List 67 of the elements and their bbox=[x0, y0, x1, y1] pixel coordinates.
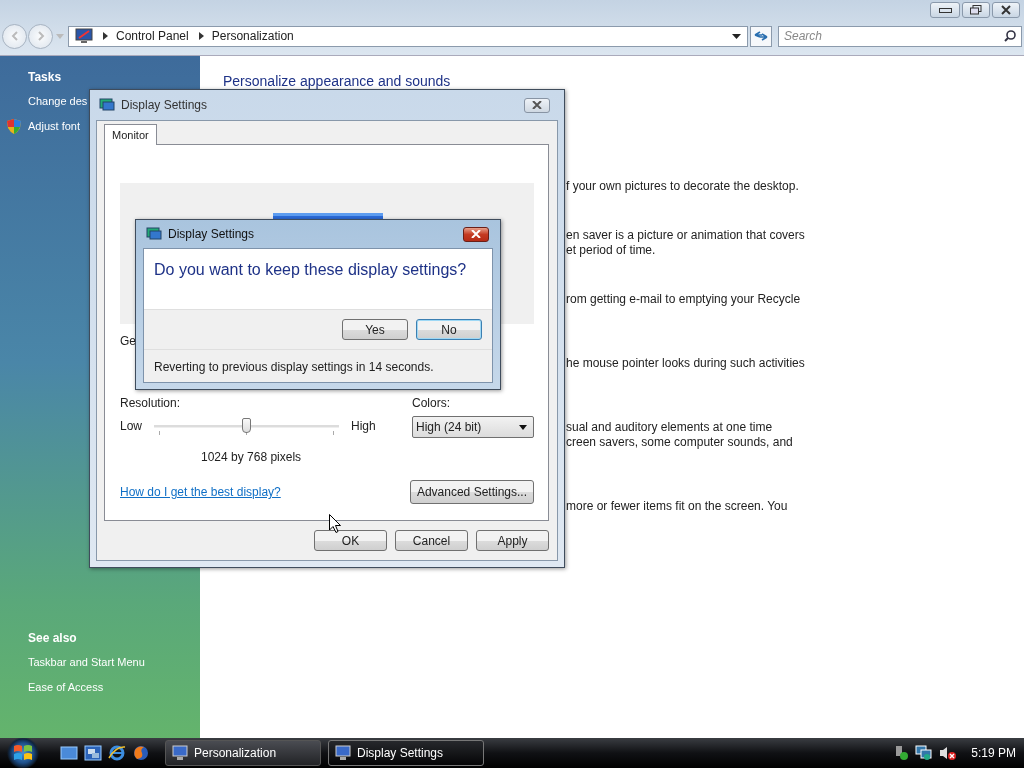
dropdown-arrow-icon bbox=[519, 424, 527, 430]
task-link[interactable]: Adjust font bbox=[28, 120, 80, 132]
restore-button[interactable] bbox=[962, 2, 990, 18]
restore-icon bbox=[970, 5, 982, 15]
window-title: Display Settings bbox=[168, 227, 256, 241]
fox-globe-icon[interactable] bbox=[132, 744, 150, 762]
dialog-button[interactable]: No bbox=[416, 319, 482, 340]
close-icon bbox=[532, 101, 542, 109]
resolution-slider[interactable] bbox=[154, 416, 339, 436]
search-field[interactable]: Search bbox=[778, 25, 1022, 47]
network-icon bbox=[915, 745, 934, 761]
description-text: more or fewer items fit on the screen. You bbox=[566, 499, 789, 514]
display-icon bbox=[99, 98, 115, 112]
address-bar[interactable]: Control Panel Personalization bbox=[68, 25, 748, 47]
help-link[interactable]: How do I get the best display? bbox=[120, 485, 281, 499]
resolution-reading: 1024 by 768 pixels bbox=[201, 450, 303, 464]
general-label: Ge bbox=[120, 334, 136, 348]
description-text: rom getting e-mail to emptying your Recycle bbox=[566, 292, 802, 308]
refresh-button[interactable] bbox=[750, 25, 772, 47]
window-title: Display Settings bbox=[121, 98, 209, 112]
description-text: en saver is a picture or animation that covers et period of time. bbox=[566, 228, 805, 259]
colors-dropdown[interactable]: High (24 bit) bbox=[412, 416, 534, 438]
chevron-icon bbox=[103, 32, 108, 40]
close-icon bbox=[1000, 5, 1012, 15]
close-button[interactable] bbox=[992, 2, 1020, 18]
colors-label: Colors: bbox=[412, 396, 451, 410]
breadcrumb-item[interactable]: Personalization bbox=[211, 29, 294, 43]
chevron-icon bbox=[198, 32, 204, 40]
taskbar-button[interactable]: Display Settings bbox=[328, 740, 484, 766]
minimize-button[interactable] bbox=[930, 2, 960, 18]
desktop-icon[interactable] bbox=[60, 745, 78, 761]
advanced-settings-button[interactable]: Advanced Settings... bbox=[409, 480, 534, 504]
security-icon bbox=[893, 745, 910, 761]
description-text: sual and auditory elements at one time creen savers, some computer sounds, and bbox=[566, 420, 794, 451]
description-text: he mouse pointer looks during such activities bbox=[566, 356, 805, 372]
monitor-icon bbox=[335, 745, 351, 761]
close-button[interactable] bbox=[463, 226, 489, 242]
display-icon bbox=[146, 227, 162, 241]
dialog-button[interactable]: Apply bbox=[476, 530, 549, 551]
see-also-heading: See also bbox=[28, 631, 78, 647]
breadcrumb-item[interactable]: Control Panel bbox=[116, 29, 189, 43]
description-text: f your own pictures to decorate the desktop. bbox=[566, 179, 800, 195]
question-text: Do you want to keep these display settings? bbox=[144, 249, 492, 309]
refresh-icon bbox=[754, 30, 768, 42]
taskbar-button[interactable]: Personalization bbox=[165, 740, 321, 766]
close-button[interactable] bbox=[524, 97, 550, 113]
low-label: Low bbox=[120, 419, 142, 433]
slider-thumb[interactable] bbox=[241, 418, 251, 433]
tab[interactable]: Monitor bbox=[104, 124, 157, 145]
monitor-icon bbox=[172, 745, 188, 761]
speaker-muted-icon bbox=[939, 745, 958, 761]
dialog-button[interactable]: OK bbox=[314, 530, 387, 551]
dropdown-arrow-icon[interactable] bbox=[732, 33, 741, 39]
dialog-button[interactable]: Cancel bbox=[395, 530, 468, 551]
task-link[interactable]: Change des bbox=[28, 95, 88, 107]
page-heading: Personalize appearance and sounds bbox=[223, 73, 452, 89]
search-icon bbox=[1004, 29, 1016, 42]
monitor-icon bbox=[75, 28, 93, 44]
dialog-button[interactable]: Yes bbox=[342, 319, 408, 340]
high-label: High bbox=[351, 419, 376, 433]
windows-switch-icon[interactable] bbox=[84, 745, 102, 761]
tasks-heading: Tasks bbox=[28, 70, 63, 86]
clock: 5:19 PM bbox=[971, 746, 1016, 760]
countdown-text: Reverting to previous display settings in 14 seconds. bbox=[144, 350, 492, 382]
browser-icon[interactable] bbox=[108, 744, 126, 762]
resolution-label: Resolution: bbox=[120, 396, 182, 410]
close-icon bbox=[471, 230, 481, 238]
